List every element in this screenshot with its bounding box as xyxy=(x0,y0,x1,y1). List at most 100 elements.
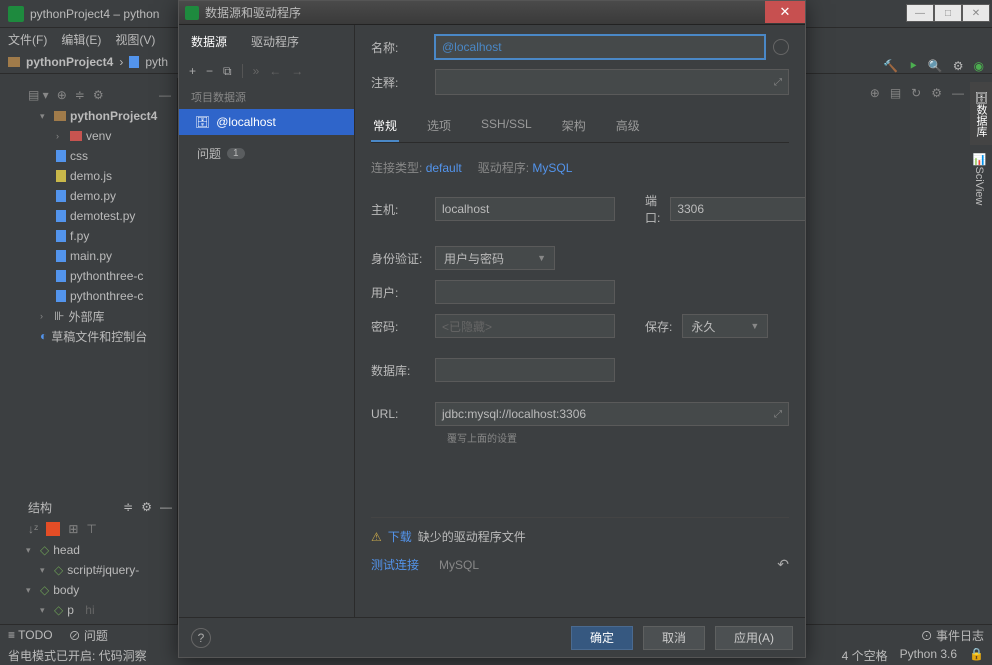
tab-ssh[interactable]: SSH/SSL xyxy=(479,111,534,142)
remove-icon[interactable]: − xyxy=(206,64,213,78)
hide-icon[interactable]: — xyxy=(160,500,172,514)
cancel-button[interactable]: 取消 xyxy=(643,626,705,650)
undo-icon[interactable]: ↶ xyxy=(777,556,789,573)
refresh-icon[interactable]: ↻ xyxy=(911,86,921,100)
gear-icon[interactable]: ⚙ xyxy=(93,88,104,102)
add-icon[interactable]: + xyxy=(189,64,196,78)
structure-head[interactable]: ▾◇head xyxy=(22,540,178,560)
tree-file-main[interactable]: main.py xyxy=(22,246,177,266)
html5-icon[interactable] xyxy=(46,522,60,536)
issues-row[interactable]: 问题 1 xyxy=(179,135,354,172)
port-label: 端口: xyxy=(645,192,660,226)
tree-file-css[interactable]: css xyxy=(22,146,177,166)
toggle-icon[interactable]: ⊞ xyxy=(68,522,78,536)
copy-icon[interactable]: ⧉ xyxy=(223,64,232,79)
tag-icon: ◇ xyxy=(54,563,63,577)
lock-icon[interactable]: 🔒 xyxy=(969,647,984,664)
url-input[interactable]: jdbc:mysql://localhost:3306⤢ xyxy=(435,402,789,426)
maximize-button[interactable]: □ xyxy=(934,4,962,22)
spaces-indicator[interactable]: 4 个空格 xyxy=(842,647,888,664)
sciview-tab[interactable]: 📊SciView xyxy=(970,145,989,213)
help-button[interactable]: ? xyxy=(191,628,211,648)
run-icon[interactable]: ⯈ xyxy=(908,59,918,74)
save-select[interactable]: 永久▼ xyxy=(682,314,768,338)
database-tab[interactable]: 🗄数据库 xyxy=(970,82,992,145)
expand-icon[interactable]: ⤢ xyxy=(774,77,782,88)
hide-icon[interactable]: — xyxy=(159,88,171,102)
tab-drivers[interactable]: 驱动程序 xyxy=(251,33,299,50)
auth-select[interactable]: 用户与密码▼ xyxy=(435,246,555,270)
desc-input[interactable]: ⤢ xyxy=(435,69,789,95)
search-icon[interactable]: 🔍 xyxy=(928,59,943,73)
collapse-icon[interactable]: ≑ xyxy=(75,88,85,102)
breadcrumb-root[interactable]: pythonProject4 xyxy=(26,55,113,69)
tab-advanced[interactable]: 高级 xyxy=(614,111,642,142)
filter-icon[interactable]: ▤ xyxy=(890,86,901,100)
sort-icon[interactable]: ↓ᶻ xyxy=(28,522,38,536)
eventlog-button[interactable]: ⊙ 事件日志 xyxy=(921,627,984,644)
menu-view[interactable]: 视图(V) xyxy=(115,31,155,48)
conn-type-link[interactable]: default xyxy=(426,161,462,175)
db-add-icon[interactable]: ⊕ xyxy=(870,86,880,100)
tab-options[interactable]: 选项 xyxy=(425,111,453,142)
structure-script[interactable]: ▾◇script#jquery- xyxy=(22,560,178,580)
datasource-item[interactable]: 🗄 @localhost xyxy=(179,109,354,135)
test-connection-link[interactable]: 测试连接 xyxy=(371,556,419,573)
gear-icon[interactable]: ⚙ xyxy=(141,500,152,514)
close-button[interactable]: ✕ xyxy=(962,4,990,22)
gear-icon[interactable]: ⚙ xyxy=(931,86,942,100)
download-link[interactable]: 下载 xyxy=(388,528,412,545)
tab-datasources[interactable]: 数据源 xyxy=(191,33,227,50)
db-label: 数据库: xyxy=(371,362,425,379)
app-icon xyxy=(8,6,24,22)
tree-project-root[interactable]: ▾pythonProject4 xyxy=(22,106,177,126)
close-button[interactable]: ✕ xyxy=(765,1,805,23)
pin-icon[interactable]: ⊤ xyxy=(86,522,96,536)
gear-icon[interactable]: ⚙ xyxy=(953,59,964,73)
expand-icon[interactable]: ⤢ xyxy=(774,409,782,420)
expand-icon[interactable]: ≑ xyxy=(123,500,133,514)
hide-icon[interactable]: — xyxy=(952,86,964,100)
warning-icon: ⚠ xyxy=(371,530,382,544)
tree-file-pt2[interactable]: pythonthree-c xyxy=(22,286,177,306)
hammer-icon[interactable]: 🔨 xyxy=(883,59,898,73)
structure-body[interactable]: ▾◇body xyxy=(22,580,178,600)
tree-venv[interactable]: ›venv xyxy=(22,126,177,146)
tab-general[interactable]: 常规 xyxy=(371,111,399,142)
target-icon[interactable]: ⊕ xyxy=(57,88,67,102)
power-mode-text: 省电模式已开启: 代码洞察 xyxy=(8,647,147,664)
tree-file-pt1[interactable]: pythonthree-c xyxy=(22,266,177,286)
file-icon xyxy=(56,270,66,282)
breadcrumb-file[interactable]: pyth xyxy=(145,55,168,69)
nav-back-icon[interactable]: ← xyxy=(269,64,281,78)
name-input[interactable] xyxy=(435,35,765,59)
tree-external[interactable]: ›⊪外部库 xyxy=(22,306,177,326)
apply-button[interactable]: 应用(A) xyxy=(715,626,793,650)
color-picker-icon[interactable] xyxy=(773,39,789,55)
tree-file-demotest[interactable]: demotest.py xyxy=(22,206,177,226)
pass-input[interactable]: <已隐藏> xyxy=(435,314,615,338)
project-dropdown-icon[interactable]: ▤ ▾ xyxy=(28,88,49,102)
tree-file-demo-py[interactable]: demo.py xyxy=(22,186,177,206)
tab-schema[interactable]: 架构 xyxy=(560,111,588,142)
db-input[interactable] xyxy=(435,358,615,382)
structure-p[interactable]: ▾◇p hi xyxy=(22,600,178,620)
nav-fwd-icon[interactable]: → xyxy=(291,64,303,78)
port-input[interactable] xyxy=(670,197,805,221)
more-icon[interactable]: » xyxy=(253,64,260,78)
tree-scratch[interactable]: ◐草稿文件和控制台 xyxy=(22,326,177,346)
issues-button[interactable]: ⊘ 问题 xyxy=(69,627,108,644)
driver-link[interactable]: MySQL xyxy=(532,161,572,175)
menu-edit[interactable]: 编辑(E) xyxy=(61,31,101,48)
tree-file-demo-js[interactable]: demo.js xyxy=(22,166,177,186)
play-color-icon[interactable]: ◉ xyxy=(974,59,984,73)
ok-button[interactable]: 确定 xyxy=(571,626,633,650)
tree-file-f[interactable]: f.py xyxy=(22,226,177,246)
minimize-button[interactable]: — xyxy=(906,4,934,22)
todo-button[interactable]: ≡ TODO xyxy=(8,628,53,642)
host-input[interactable] xyxy=(435,197,615,221)
python-version[interactable]: Python 3.6 xyxy=(900,647,957,664)
mysql-label: MySQL xyxy=(439,558,479,572)
menu-file[interactable]: 文件(F) xyxy=(8,31,47,48)
user-input[interactable] xyxy=(435,280,615,304)
